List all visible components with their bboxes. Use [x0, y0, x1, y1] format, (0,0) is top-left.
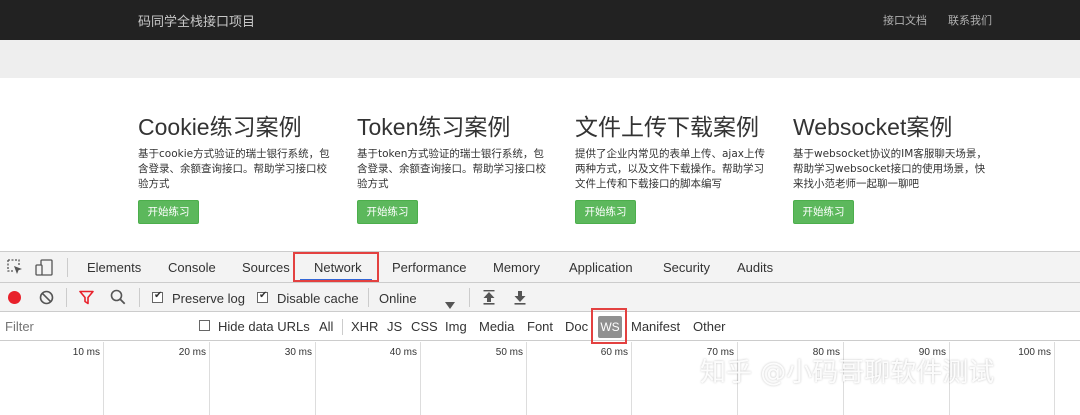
filter-type-css[interactable]: CSS	[411, 319, 438, 334]
nav-link-api-docs[interactable]: 接口文档	[883, 12, 927, 28]
toolbar-divider	[469, 288, 470, 307]
brand-title[interactable]: 码同学全栈接口项目	[138, 11, 255, 30]
card-websocket: Websocket案例 基于websocket协议的IM客服聊天场景，帮助学习w…	[793, 112, 993, 224]
top-navbar: 码同学全栈接口项目 接口文档 联系我们	[0, 0, 1080, 40]
filter-type-font[interactable]: Font	[527, 319, 553, 334]
toolbar-divider	[139, 288, 140, 307]
import-har-icon[interactable]	[482, 290, 496, 309]
dropdown-arrow-icon[interactable]	[445, 294, 455, 313]
inspect-element-icon[interactable]	[7, 259, 24, 280]
filter-input[interactable]	[0, 315, 185, 338]
watermark: 知乎 @小码哥聊软件测试	[700, 358, 995, 388]
throttling-select[interactable]: Online	[379, 291, 417, 306]
network-tab-highlight	[293, 252, 379, 282]
filter-type-js[interactable]: JS	[387, 319, 402, 334]
clear-icon[interactable]	[39, 290, 54, 309]
start-practice-button[interactable]: 开始练习	[575, 200, 636, 224]
devtools-tabbar: Elements Console Sources Network Perform…	[0, 252, 1080, 283]
timeline-tick-label: 100 ms	[1018, 347, 1051, 358]
filter-icon[interactable]	[79, 290, 94, 309]
search-icon[interactable]	[110, 289, 126, 309]
toolbar-divider	[67, 258, 68, 277]
timeline-tick-label: 30 ms	[284, 347, 312, 358]
preserve-log-checkbox[interactable]: ✔	[152, 290, 163, 303]
card-file-upload: 文件上传下载案例 提供了企业内常见的表单上传、ajax上传两种方式，以及文件下载…	[575, 112, 775, 224]
card-title: Cookie练习案例	[138, 114, 302, 140]
filter-type-img[interactable]: Img	[445, 319, 467, 334]
hide-data-urls-label: Hide data URLs	[218, 319, 310, 334]
tab-memory[interactable]: Memory	[493, 260, 540, 275]
filter-type-all[interactable]: All	[319, 319, 333, 334]
start-practice-button[interactable]: 开始练习	[138, 200, 199, 224]
timeline-gridline	[631, 342, 632, 415]
start-practice-button[interactable]: 开始练习	[357, 200, 418, 224]
network-filterbar: Hide data URLs All XHR JS CSS Img Media …	[0, 308, 1080, 344]
tab-audits[interactable]: Audits	[737, 260, 773, 275]
card-token: Token练习案例 基于token方式验证的瑞士银行系统，包含登录、余额查询接口…	[357, 112, 557, 224]
tab-elements[interactable]: Elements	[87, 260, 141, 275]
card-title: Websocket案例	[793, 114, 953, 140]
page: 码同学全栈接口项目 接口文档 联系我们 Cookie练习案例 基于cookie方…	[0, 0, 1080, 415]
tab-security[interactable]: Security	[663, 260, 710, 275]
ws-filter-highlight	[591, 308, 627, 344]
timeline-gridline	[420, 342, 421, 415]
toolbar-divider	[66, 288, 67, 307]
filter-type-other[interactable]: Other	[693, 319, 726, 334]
tab-application[interactable]: Application	[569, 260, 633, 275]
disable-cache-checkbox[interactable]: ✔	[257, 290, 268, 303]
card-title: 文件上传下载案例	[575, 114, 759, 140]
network-toolbar: ✔ Preserve log ✔ Disable cache Online	[0, 283, 1080, 312]
filter-type-manifest[interactable]: Manifest	[631, 319, 680, 334]
filter-type-doc[interactable]: Doc	[565, 319, 588, 334]
timeline-tick-label: 10 ms	[72, 347, 100, 358]
timeline-tick-label: 20 ms	[178, 347, 206, 358]
timeline-gridline	[103, 342, 104, 415]
jumbotron-band	[0, 40, 1080, 78]
disable-cache-label: Disable cache	[277, 291, 359, 306]
filter-type-xhr[interactable]: XHR	[351, 319, 378, 334]
filter-divider	[342, 319, 343, 335]
timeline-gridline	[209, 342, 210, 415]
card-description: 提供了企业内常见的表单上传、ajax上传两种方式，以及文件下载操作。帮助学习文件…	[575, 148, 765, 190]
timeline-tick-label: 60 ms	[600, 347, 628, 358]
preserve-log-label: Preserve log	[172, 291, 245, 306]
tab-sources[interactable]: Sources	[242, 260, 290, 275]
card-description: 基于cookie方式验证的瑞士银行系统，包含登录、余额查询接口。帮助学习接口校验…	[138, 148, 330, 190]
hide-data-urls-checkbox[interactable]	[199, 320, 210, 331]
device-toolbar-icon[interactable]	[35, 259, 53, 280]
timeline-tick-label: 50 ms	[495, 347, 523, 358]
filter-type-media[interactable]: Media	[479, 319, 514, 334]
card-cookie: Cookie练习案例 基于cookie方式验证的瑞士银行系统，包含登录、余额查询…	[138, 112, 338, 224]
timeline-gridline	[315, 342, 316, 415]
export-har-icon[interactable]	[513, 290, 527, 309]
tab-performance[interactable]: Performance	[392, 260, 466, 275]
card-description: 基于websocket协议的IM客服聊天场景，帮助学习websocket接口的使…	[793, 148, 987, 190]
timeline-gridline	[1054, 342, 1055, 415]
card-description: 基于token方式验证的瑞士银行系统，包含登录、余额查询接口。帮助学习接口校验方…	[357, 148, 546, 190]
timeline-gridline	[526, 342, 527, 415]
record-icon[interactable]	[7, 290, 22, 309]
toolbar-divider	[368, 288, 369, 307]
tab-console[interactable]: Console	[168, 260, 216, 275]
card-title: Token练习案例	[357, 114, 511, 140]
start-practice-button[interactable]: 开始练习	[793, 200, 854, 224]
timeline-tick-label: 40 ms	[389, 347, 417, 358]
devtools-panel: Elements Console Sources Network Perform…	[0, 251, 1080, 415]
nav-link-contact[interactable]: 联系我们	[948, 12, 992, 28]
